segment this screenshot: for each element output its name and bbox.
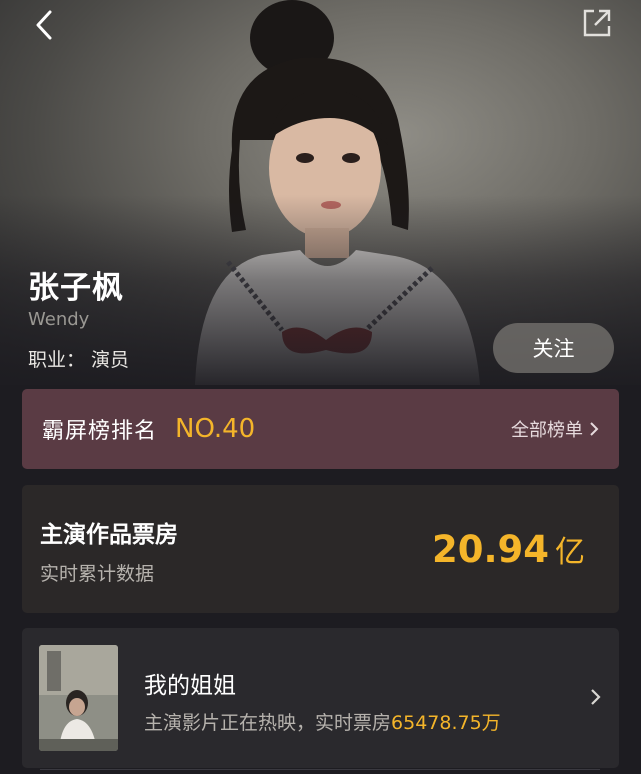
all-rankings-label: 全部榜单 bbox=[511, 420, 583, 441]
all-rankings-link[interactable]: 全部榜单 bbox=[511, 416, 599, 442]
box-office-value: 20.94 bbox=[432, 528, 550, 571]
chevron-left-icon[interactable] bbox=[30, 8, 60, 42]
actor-name: 张子枫 bbox=[28, 270, 124, 306]
box-office-subtitle: 实时累计数据 bbox=[40, 563, 155, 585]
box-office-card: 主演作品票房 实时累计数据 20.94 亿 bbox=[22, 485, 619, 613]
share-external-icon[interactable] bbox=[580, 6, 614, 40]
chevron-right-icon bbox=[590, 422, 599, 436]
box-office-total: 20.94 亿 bbox=[432, 527, 585, 571]
follow-button[interactable]: 关注 bbox=[493, 323, 614, 373]
movie-status-text: 主演影片正在热映，实时票房 bbox=[144, 712, 392, 734]
occupation-value: 演员 bbox=[91, 349, 130, 371]
movie-description: 主演影片正在热映，实时票房65478.75万 bbox=[144, 708, 501, 735]
ranking-value: NO.40 bbox=[175, 414, 256, 444]
ranking-label: 霸屏榜排名 bbox=[42, 419, 158, 444]
actor-occupation: 职业： 演员 bbox=[28, 345, 135, 372]
movie-card[interactable]: 我的姐姐 主演影片正在热映，实时票房65478.75万 bbox=[22, 628, 619, 768]
movie-title: 我的姐姐 bbox=[144, 673, 236, 699]
occupation-label: 职业： bbox=[28, 349, 86, 371]
actor-english-name: Wendy bbox=[28, 309, 90, 330]
movie-box-office-value: 65478.75万 bbox=[391, 712, 501, 734]
box-office-unit: 亿 bbox=[555, 535, 586, 570]
box-office-title: 主演作品票房 bbox=[40, 522, 178, 548]
divider bbox=[40, 769, 600, 770]
ranking-card[interactable]: 霸屏榜排名 NO.40 全部榜单 bbox=[22, 389, 619, 469]
movie-poster-image[interactable] bbox=[39, 645, 118, 751]
chevron-right-icon bbox=[591, 689, 601, 705]
